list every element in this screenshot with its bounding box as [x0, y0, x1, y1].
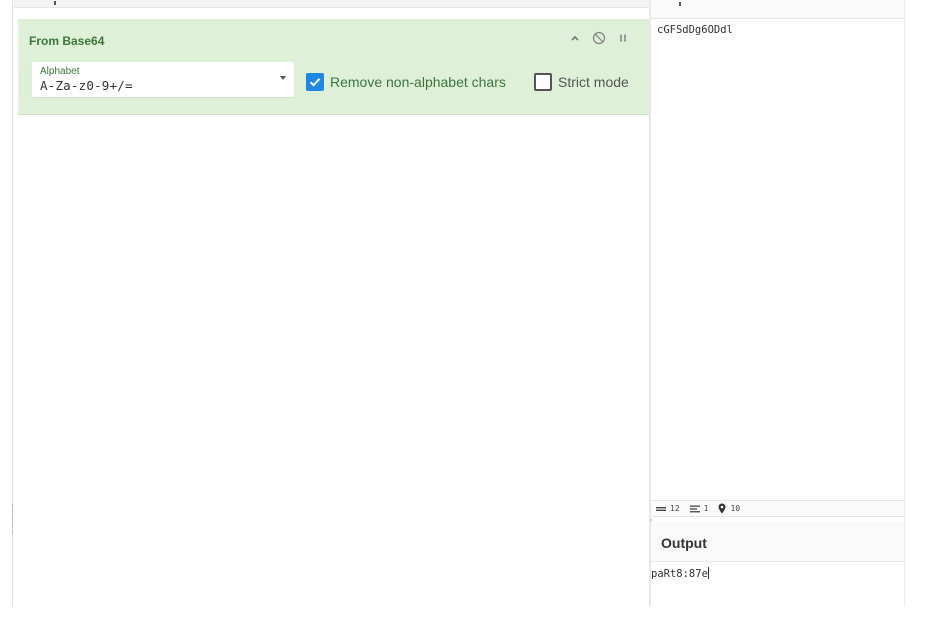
bottom-band — [0, 606, 925, 631]
text-cursor — [707, 567, 709, 579]
disable-icon[interactable] — [592, 30, 606, 46]
alphabet-label: Alphabet — [40, 66, 80, 77]
input-pane[interactable]: cGFSdDg6ODdl — [651, 0, 904, 500]
check-icon — [309, 78, 321, 87]
checkbox-checked[interactable] — [306, 73, 324, 91]
recipe-header-strip — [14, 0, 649, 8]
abc-icon — [656, 506, 666, 512]
header-fragment — [54, 1, 56, 5]
input-position: 10 — [730, 504, 741, 513]
remove-non-alphabet-label: Remove non-alphabet chars — [330, 74, 506, 90]
alphabet-select[interactable]: Alphabet A-Za-z0-9+/= — [32, 62, 294, 97]
recipe-panel: From Base64 Alphabet A-Za-z0-9+/= Remove… — [14, 0, 650, 606]
input-text[interactable]: cGFSdDg6ODdl — [657, 24, 733, 36]
output-title: Output — [661, 535, 707, 551]
remove-non-alphabet-option[interactable]: Remove non-alphabet chars — [306, 73, 506, 91]
map-pin-icon — [718, 503, 726, 514]
pause-icon[interactable] — [616, 30, 630, 46]
right-edge — [904, 0, 925, 606]
output-value: paRt8:87e — [651, 568, 708, 580]
output-text[interactable]: paRt8:87e — [651, 567, 709, 580]
input-header-strip — [651, 0, 904, 19]
operation-title: From Base64 — [29, 34, 105, 48]
caret-down-icon — [280, 76, 286, 80]
input-length: 12 — [670, 504, 680, 513]
input-status-bar: 12 1 10 — [651, 500, 904, 517]
checkbox-unchecked[interactable] — [534, 73, 552, 91]
strict-mode-option[interactable]: Strict mode — [534, 73, 629, 91]
operation-from-base64[interactable]: From Base64 Alphabet A-Za-z0-9+/= Remove… — [18, 19, 650, 115]
header-fragment — [679, 2, 681, 6]
operation-controls — [568, 30, 630, 46]
output-header: Output — [651, 521, 904, 562]
alphabet-value: A-Za-z0-9+/= — [40, 78, 133, 93]
resize-grip[interactable] — [12, 504, 13, 534]
strict-mode-label: Strict mode — [558, 74, 629, 90]
chevron-up-icon[interactable] — [568, 30, 582, 46]
lines-icon — [689, 505, 700, 513]
left-gutter — [0, 0, 13, 606]
input-lines: 1 — [703, 504, 709, 513]
